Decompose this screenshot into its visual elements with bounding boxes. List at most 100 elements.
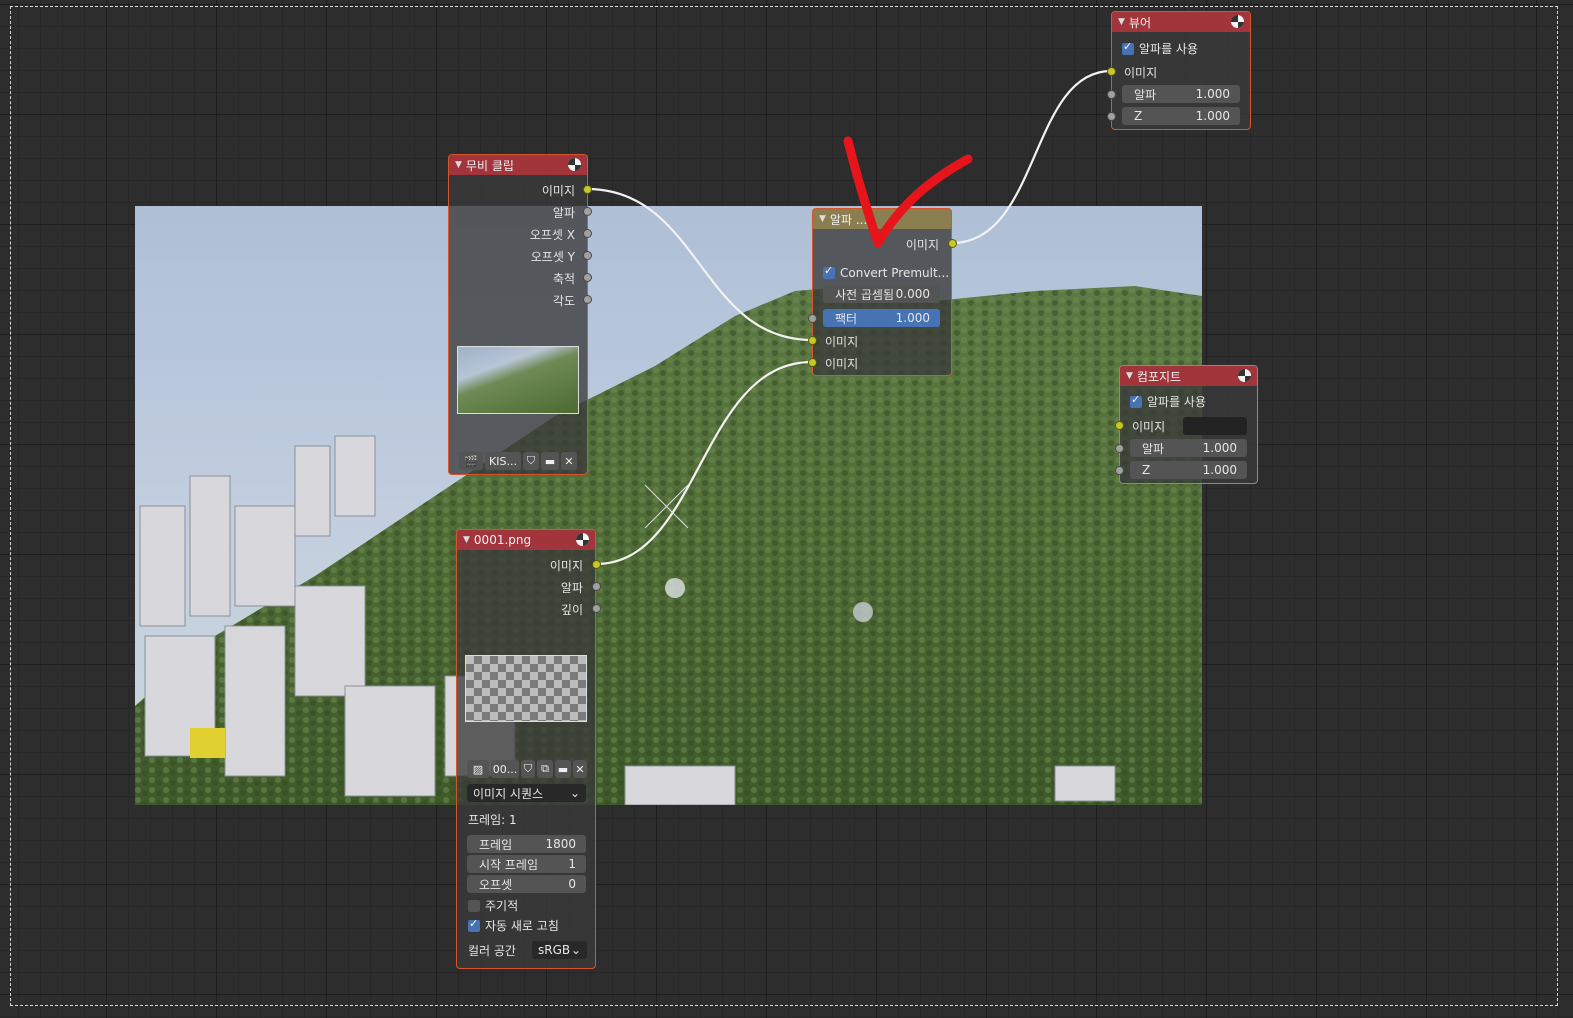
socket-image-in-1[interactable] xyxy=(808,336,817,345)
checkbox-icon[interactable] xyxy=(468,917,480,932)
image-icon[interactable]: ▨ xyxy=(467,760,489,778)
field-label: 알파 xyxy=(1134,87,1157,102)
field-label: 알파 xyxy=(1142,441,1165,456)
colorspace-dropdown[interactable]: sRGB ⌄ xyxy=(532,941,587,959)
movie-clip-header[interactable]: ▼ 무비 클립 xyxy=(449,155,587,175)
folder-icon[interactable]: ▬ xyxy=(555,760,571,778)
viewer-node[interactable]: ▼ 뷰어 알파를 사용 이미지 알파 1.000 Z 1.000 xyxy=(1107,11,1251,130)
socket-depth-out[interactable] xyxy=(592,604,601,613)
chevron-down-icon: ⌄ xyxy=(569,786,580,800)
alpha-field[interactable]: 알파 1.000 xyxy=(1130,439,1247,457)
socket-z-in[interactable] xyxy=(1115,466,1124,475)
socket-image-out[interactable] xyxy=(583,185,592,194)
factor-field[interactable]: 팩터 1.000 xyxy=(823,309,940,327)
checkbox-icon[interactable] xyxy=(823,264,835,279)
output-alpha: 알파 xyxy=(560,581,583,595)
socket-image-out[interactable] xyxy=(592,560,601,569)
preview-icon[interactable] xyxy=(568,158,581,171)
socket-offset-y-out[interactable] xyxy=(583,251,592,260)
socket-offset-x-out[interactable] xyxy=(583,229,592,238)
socket-scale-out[interactable] xyxy=(583,273,592,282)
image-thumbnail xyxy=(465,655,587,722)
field-value: 1 xyxy=(568,857,576,871)
socket-image-in[interactable] xyxy=(1107,67,1116,76)
checkbox-label: 알파를 사용 xyxy=(1139,42,1199,56)
z-field[interactable]: Z 1.000 xyxy=(1122,107,1240,125)
checkbox-label: 알파를 사용 xyxy=(1147,395,1207,409)
node-title: 뷰어 xyxy=(1128,15,1152,30)
backdrop-image xyxy=(135,206,1202,805)
offset-field[interactable]: 오프셋 0 xyxy=(467,875,586,893)
cyclic-checkbox[interactable]: 주기적 xyxy=(468,897,518,914)
z-field[interactable]: Z 1.000 xyxy=(1130,461,1247,479)
dropdown-value: sRGB xyxy=(538,943,571,957)
premultiplied-field[interactable]: 사전 곱셈됨 0.000 xyxy=(823,285,940,303)
close-icon[interactable]: ✕ xyxy=(573,760,587,778)
input-image-1: 이미지 xyxy=(825,335,859,349)
socket-angle-out[interactable] xyxy=(583,295,592,304)
new-image-icon[interactable]: ⧉ xyxy=(537,760,553,778)
shield-icon[interactable]: ⛉ xyxy=(521,760,535,778)
output-offset-y: 오프셋 Y xyxy=(530,250,575,264)
convert-premult-checkbox[interactable]: Convert Premult... xyxy=(823,264,949,280)
node-title: 컴포지트 xyxy=(1136,369,1182,384)
collapse-arrow-icon[interactable]: ▼ xyxy=(1118,17,1125,27)
composite-header[interactable]: ▼ 컴포지트 xyxy=(1120,366,1257,386)
frames-field[interactable]: 프레임 1800 xyxy=(467,835,586,853)
socket-factor-in[interactable] xyxy=(808,314,817,323)
movieclip-icon[interactable]: 🎬 xyxy=(459,452,483,470)
field-label: Z xyxy=(1142,463,1151,477)
socket-alpha-out[interactable] xyxy=(592,582,601,591)
socket-image-in[interactable] xyxy=(1115,421,1124,430)
checkbox-icon[interactable] xyxy=(468,899,480,912)
shield-icon[interactable]: ⛉ xyxy=(523,452,539,470)
collapse-arrow-icon[interactable]: ▼ xyxy=(463,535,470,545)
checkbox-icon[interactable] xyxy=(1122,40,1134,55)
socket-alpha-in[interactable] xyxy=(1115,444,1124,453)
image-color-swatch[interactable] xyxy=(1183,417,1247,435)
source-dropdown[interactable]: 이미지 시퀀스 ⌄ xyxy=(467,784,586,802)
field-label: 프레임 xyxy=(479,837,513,852)
socket-z-in[interactable] xyxy=(1107,112,1116,121)
use-alpha-checkbox[interactable]: 알파를 사용 xyxy=(1122,40,1198,57)
output-image: 이미지 xyxy=(549,559,583,573)
use-alpha-checkbox[interactable]: 알파를 사용 xyxy=(1130,393,1206,410)
image-name[interactable]: 00... xyxy=(491,760,519,778)
red-checkmark-annotation xyxy=(843,136,973,248)
viewer-header[interactable]: ▼ 뷰어 xyxy=(1112,12,1250,32)
node-title: 0001.png xyxy=(473,533,532,547)
input-image-2: 이미지 xyxy=(825,357,859,371)
output-depth: 깊이 xyxy=(560,603,583,617)
chevron-down-icon: ⌄ xyxy=(570,943,581,957)
socket-alpha-in[interactable] xyxy=(1107,90,1116,99)
colorspace-label: 컬러 공간 xyxy=(468,944,516,958)
auto-refresh-checkbox[interactable]: 자동 새로 고침 xyxy=(468,917,559,934)
alpha-field[interactable]: 알파 1.000 xyxy=(1122,85,1240,103)
socket-image-in-2[interactable] xyxy=(808,358,817,367)
field-value: 1800 xyxy=(545,837,576,851)
socket-alpha-out[interactable] xyxy=(583,207,592,216)
output-alpha: 알파 xyxy=(552,206,575,220)
folder-icon[interactable]: ▬ xyxy=(541,452,559,470)
node-title: 무비 클립 xyxy=(465,158,514,173)
field-value: 1.000 xyxy=(1195,87,1230,101)
start-frame-field[interactable]: 시작 프레임 1 xyxy=(467,855,586,873)
clip-name[interactable]: KIS... xyxy=(485,452,521,470)
composite-node[interactable]: ▼ 컴포지트 알파를 사용 이미지 알파 1.000 Z 1.000 xyxy=(1115,365,1258,484)
clip-toolbar: 🎬 KIS... ⛉ ▬ ✕ xyxy=(459,452,577,470)
image-node-header[interactable]: ▼ 0001.png xyxy=(457,530,595,550)
image-node[interactable]: ▼ 0001.png 이미지 알파 깊이 ▨ 00... ⛉ ⧉ ▬ ✕ 이미지… xyxy=(456,529,601,969)
preview-icon[interactable] xyxy=(576,533,589,546)
collapse-arrow-icon[interactable]: ▼ xyxy=(455,160,462,170)
collapse-arrow-icon[interactable]: ▼ xyxy=(1126,371,1133,381)
field-label: 팩터 xyxy=(835,311,858,326)
backdrop-scene xyxy=(135,286,1202,805)
collapse-arrow-icon[interactable]: ▼ xyxy=(819,214,826,224)
close-icon[interactable]: ✕ xyxy=(561,452,577,470)
movie-clip-node[interactable]: ▼ 무비 클립 이미지 알파 오프셋 X 오프셋 Y 축적 각도 🎬 KIS..… xyxy=(448,154,592,475)
preview-icon[interactable] xyxy=(1231,15,1244,28)
checkbox-icon[interactable] xyxy=(1130,393,1142,408)
preview-icon[interactable] xyxy=(1238,369,1251,382)
input-image: 이미지 xyxy=(1132,420,1166,434)
field-label: 사전 곱셈됨 xyxy=(835,287,895,302)
